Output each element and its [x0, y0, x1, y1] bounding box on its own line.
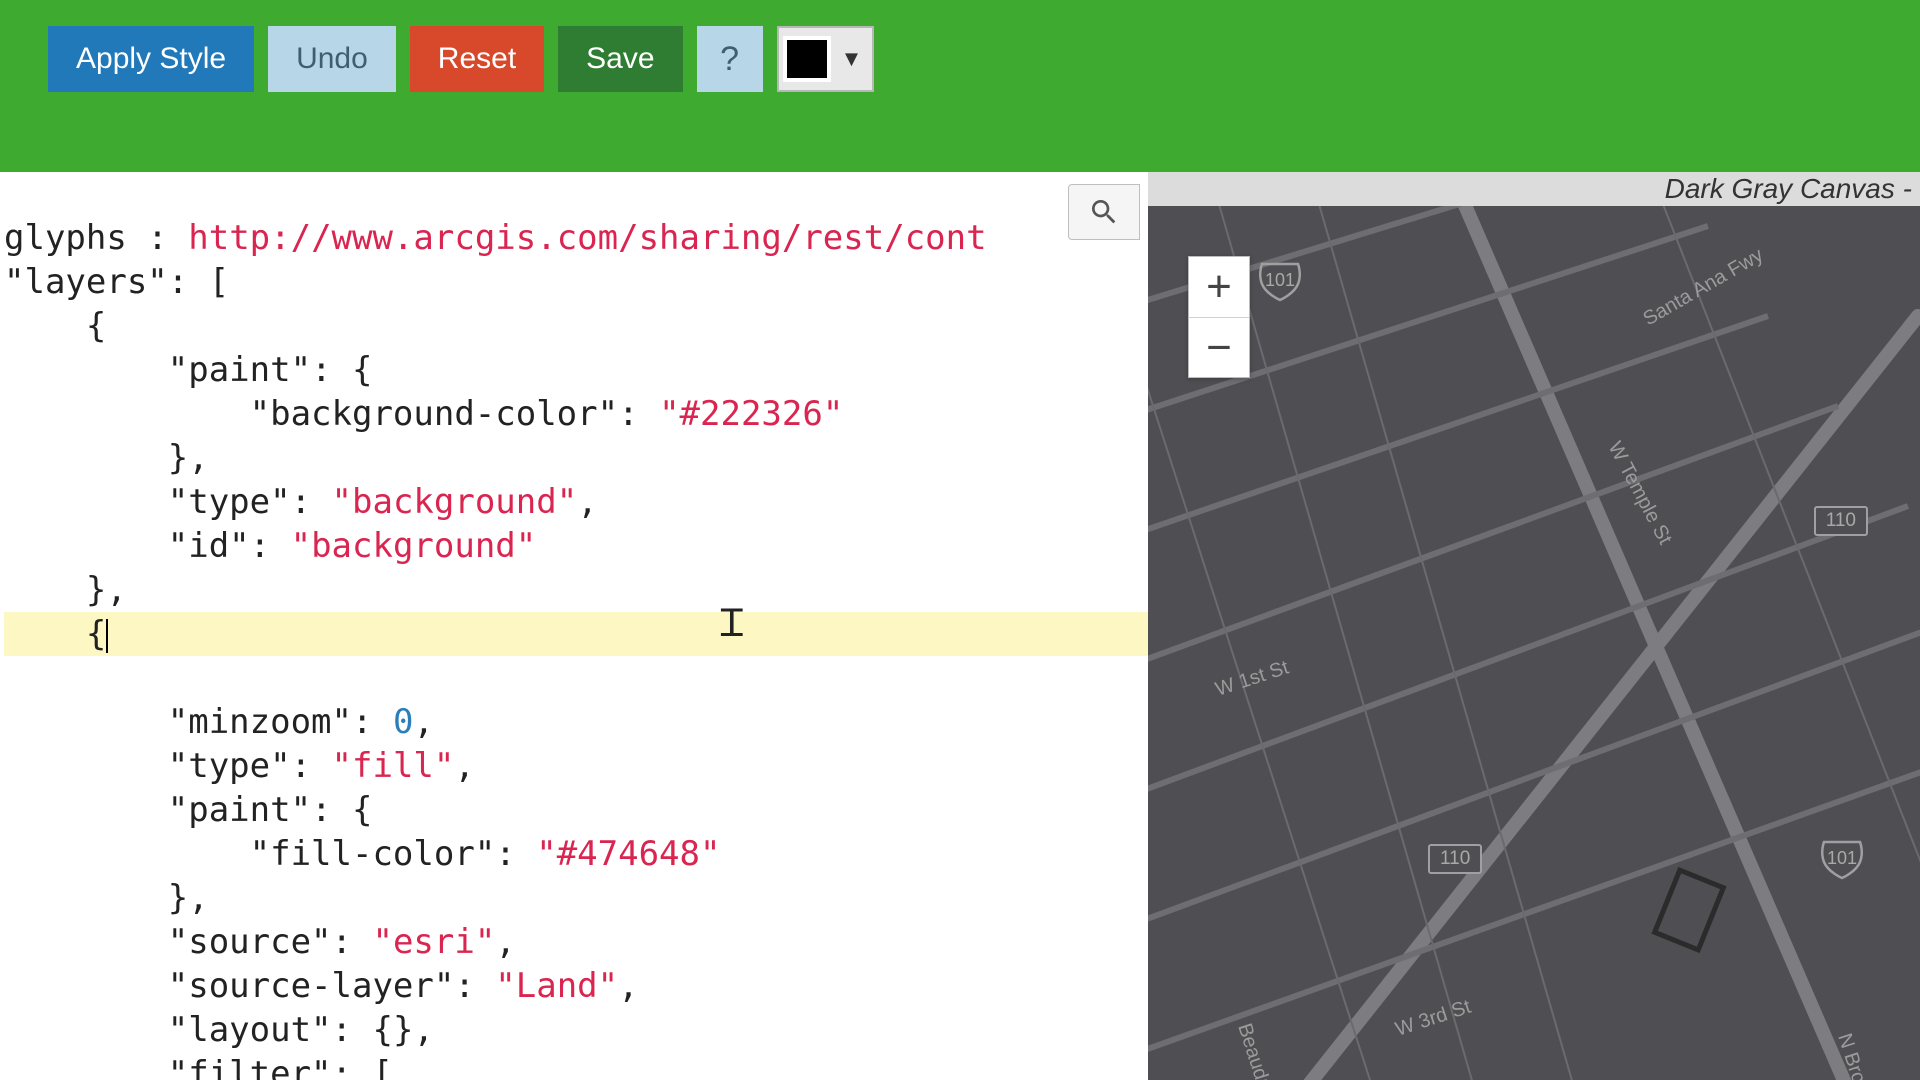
- map-title-bar: Dark Gray Canvas -: [1148, 172, 1920, 206]
- map-preview-pane[interactable]: Dark Gray Canvas - W 1s: [1148, 172, 1920, 1080]
- roads-icon: W 1st St W 3rd St W Temple St Santa Ana …: [1148, 206, 1920, 1080]
- map-title: Dark Gray Canvas -: [1665, 173, 1912, 205]
- us101-shield-br: 101: [1820, 836, 1864, 880]
- search-icon: [1088, 196, 1120, 228]
- color-swatch: [783, 36, 831, 82]
- label-beaudry: Beaudry Ave: [1233, 1021, 1289, 1080]
- save-button[interactable]: Save: [558, 26, 682, 92]
- zoom-out-button[interactable]: −: [1189, 317, 1249, 377]
- text-caret-icon: Ꮖ: [720, 602, 745, 646]
- undo-button[interactable]: Undo: [268, 26, 396, 92]
- code-content[interactable]: glyphs : glyphs" : "http://www.arcgis.co…: [0, 172, 1148, 1080]
- code-editor-pane[interactable]: glyphs : glyphs" : "http://www.arcgis.co…: [0, 172, 1148, 1080]
- toolbar: Apply Style Undo Reset Save ? ▼: [0, 0, 1920, 172]
- hwy110-shield-tr: 110: [1814, 506, 1868, 536]
- label-w3rd: W 3rd St: [1393, 996, 1474, 1041]
- help-button[interactable]: ?: [697, 26, 763, 92]
- reset-button[interactable]: Reset: [410, 26, 544, 92]
- label-wtemple: W Temple St: [1604, 438, 1677, 548]
- hwy110-shield-bl: 110: [1428, 844, 1482, 874]
- map-canvas[interactable]: W 1st St W 3rd St W Temple St Santa Ana …: [1148, 206, 1920, 1080]
- us101-shield-tl: 101: [1258, 258, 1302, 302]
- search-button[interactable]: [1068, 184, 1140, 240]
- apply-style-button[interactable]: Apply Style: [48, 26, 254, 92]
- color-picker[interactable]: ▼: [777, 26, 875, 92]
- main-split: glyphs : glyphs" : "http://www.arcgis.co…: [0, 172, 1920, 1080]
- zoom-in-button[interactable]: +: [1189, 257, 1249, 317]
- zoom-control: + −: [1188, 256, 1250, 378]
- label-w1st: W 1st St: [1213, 656, 1292, 700]
- dropdown-arrow-icon: ▼: [835, 46, 869, 72]
- label-santaana: Santa Ana Fwy: [1640, 244, 1768, 330]
